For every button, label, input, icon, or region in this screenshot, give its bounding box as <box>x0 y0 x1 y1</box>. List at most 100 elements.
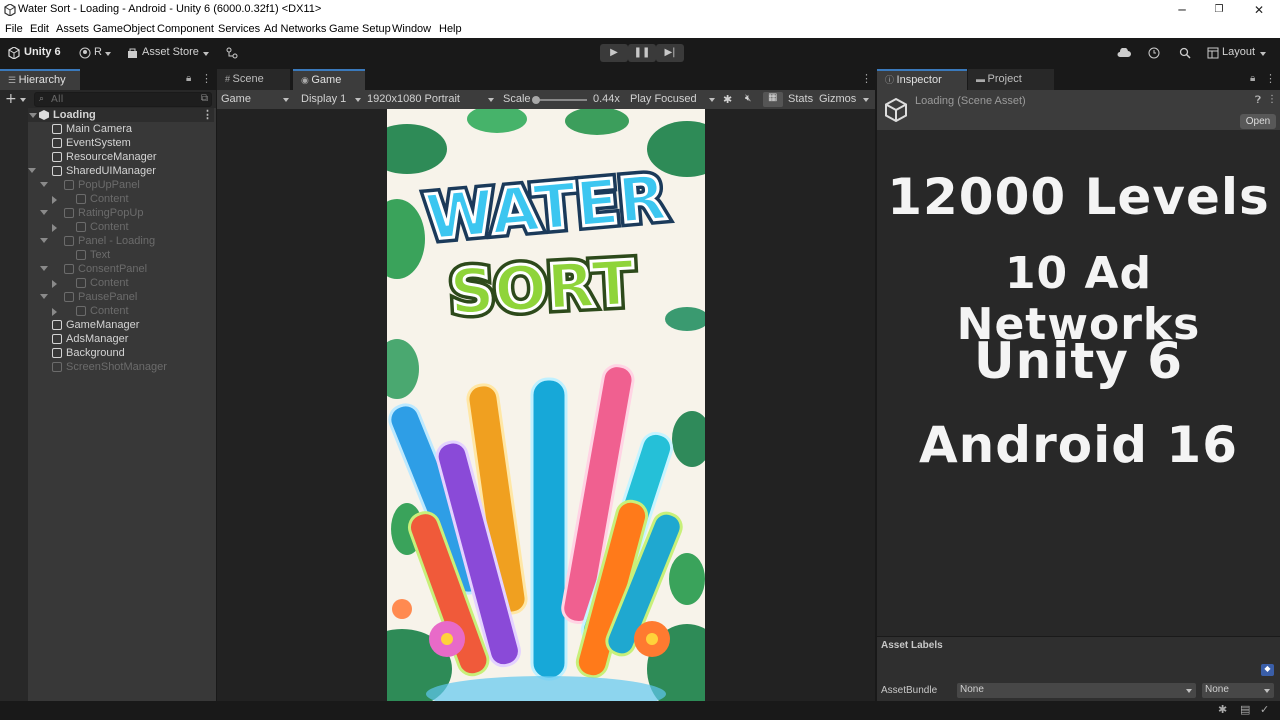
layout-dropdown[interactable]: Layout <box>1222 46 1255 58</box>
stats-button[interactable]: Stats <box>788 93 813 105</box>
tab-inspector[interactable]: ⓘ Inspector <box>877 69 967 90</box>
inspector-tabbar: ⓘ Inspector ▬ Project 🔒︎ ⋮ <box>877 69 1280 90</box>
menu-gameobject[interactable]: GameObject <box>93 23 155 35</box>
fold-closed-icon[interactable] <box>52 308 57 316</box>
fold-closed-icon[interactable] <box>52 280 57 288</box>
gameobject-cube-icon <box>64 180 74 190</box>
chevron-down-icon <box>863 98 869 102</box>
menu-services[interactable]: Services <box>218 23 260 35</box>
close-button[interactable]: ✕ <box>1239 0 1279 20</box>
fold-open-icon[interactable] <box>40 238 48 243</box>
gameobject-cube-icon <box>76 278 86 288</box>
scene-name: Loading <box>53 109 96 121</box>
shopping-bag-icon <box>128 48 137 58</box>
hierarchy-item-label: ScreenShotManager <box>66 361 167 373</box>
add-icon[interactable]: + <box>5 91 17 107</box>
more-options-icon[interactable]: ⋮ <box>202 108 213 122</box>
fold-open-icon[interactable] <box>40 182 48 187</box>
tab-game[interactable]: ◉ Game <box>293 69 365 90</box>
settings-icon[interactable]: ⋮ <box>1267 94 1277 105</box>
grid-toggle[interactable]: ▦ <box>763 92 783 107</box>
play-button[interactable]: ▶ <box>600 44 628 62</box>
asset-bundle-dropdown[interactable]: None <box>957 683 1196 698</box>
lock-icon[interactable]: 🔒︎ <box>1250 73 1255 84</box>
resolution-dropdown[interactable]: 1920x1080 Portrait <box>367 93 460 105</box>
pause-button[interactable]: ❚❚ <box>628 44 656 62</box>
fold-open-icon[interactable] <box>29 113 37 118</box>
account-button[interactable]: R <box>94 46 102 58</box>
game-viewport: WATER WATER SORT SORT <box>217 109 875 701</box>
menu-edit[interactable]: Edit <box>30 23 49 35</box>
gizmos-button[interactable]: Gizmos <box>819 93 856 105</box>
logo-water: WATER <box>423 161 670 255</box>
hierarchy-item-label: Content <box>90 221 129 233</box>
menu-window[interactable]: Window <box>392 23 431 35</box>
unity-cube-icon <box>8 47 20 59</box>
hierarchy-item-label: Background <box>66 347 125 359</box>
menu-component[interactable]: Component <box>157 23 214 35</box>
menu-game-setup[interactable]: Game Setup <box>329 23 391 35</box>
asset-store-button[interactable]: Asset Store <box>142 46 199 58</box>
gameobject-cube-icon <box>76 194 86 204</box>
fold-open-icon[interactable] <box>28 168 36 173</box>
window-title-bar: Water Sort - Loading - Android - Unity 6… <box>0 0 1280 20</box>
more-options-icon[interactable]: ⋮ <box>861 72 872 85</box>
tab-hierarchy[interactable]: ☰ Hierarchy <box>0 69 80 90</box>
play-focus-dropdown[interactable]: Play Focused <box>630 93 697 105</box>
more-options-icon[interactable]: ⋮ <box>201 72 212 85</box>
display-dropdown[interactable]: Display 1 <box>301 93 346 105</box>
search-icon: ⌕ <box>39 94 45 104</box>
version-control-icon[interactable] <box>226 47 238 59</box>
cloud-icon[interactable] <box>1117 48 1131 58</box>
chevron-down-icon <box>488 98 494 102</box>
maximize-button[interactable]: ❐ <box>1199 0 1239 20</box>
help-icon[interactable]: ❓︎ <box>1255 95 1261 106</box>
bug-icon[interactable]: ✱ <box>723 93 732 106</box>
open-button[interactable]: Open <box>1240 114 1276 129</box>
gameobject-cube-icon <box>52 138 62 148</box>
scale-slider-thumb[interactable] <box>532 96 540 104</box>
mute-audio-icon[interactable]: 🔇︎ <box>745 93 751 104</box>
gameobject-cube-icon <box>52 166 62 176</box>
chevron-down-icon <box>1260 52 1266 56</box>
tab-scene[interactable]: #︎ Scene <box>217 69 290 90</box>
main-toolbar: Unity 6 R Asset Store ▶ ❚❚ ▶| Layout <box>0 38 1280 69</box>
fold-open-icon[interactable] <box>40 294 48 299</box>
menu-assets[interactable]: Assets <box>56 23 89 35</box>
hierarchy-item-label: SharedUIManager <box>66 165 156 177</box>
check-icon[interactable]: ✓ <box>1260 703 1269 716</box>
account-icon[interactable] <box>79 47 91 59</box>
scale-slider[interactable] <box>532 96 587 104</box>
gameobject-cube-icon <box>76 250 86 260</box>
scene-row[interactable]: Loading ⋮ <box>28 108 214 122</box>
gameobject-cube-icon <box>64 292 74 302</box>
chevron-down-icon <box>709 98 715 102</box>
gameobject-cube-icon <box>64 208 74 218</box>
more-options-icon[interactable]: ⋮ <box>1265 72 1276 85</box>
lock-icon[interactable]: 🔒︎ <box>186 73 191 84</box>
fold-open-icon[interactable] <box>40 266 48 271</box>
cache-icon[interactable]: ▤ <box>1240 703 1250 716</box>
minimize-button[interactable]: ─ <box>1162 0 1202 20</box>
unity-version-label[interactable]: Unity 6 <box>24 46 61 58</box>
fold-closed-icon[interactable] <box>52 196 57 204</box>
game-mode-dropdown[interactable]: Game <box>221 93 251 105</box>
step-button[interactable]: ▶| <box>656 44 684 62</box>
asset-variant-dropdown[interactable]: None <box>1202 683 1274 698</box>
menu-help[interactable]: Help <box>439 23 462 35</box>
fold-open-icon[interactable] <box>40 210 48 215</box>
search-icon[interactable] <box>1179 47 1191 59</box>
info-icon: ⓘ <box>885 75 897 85</box>
filter-icon[interactable]: ⧉ <box>201 93 208 104</box>
hierarchy-search-input[interactable]: ⌕ All ⧉ <box>34 92 212 107</box>
menu-ad-networks[interactable]: Ad Networks <box>264 23 326 35</box>
splash-art: WATER WATER SORT SORT <box>387 109 705 701</box>
label-tag-icon[interactable]: ◆ <box>1261 664 1274 676</box>
debug-off-icon[interactable]: ✱ <box>1218 703 1227 716</box>
grid-icon: ▦ <box>768 92 778 103</box>
menu-file[interactable]: File <box>5 23 23 35</box>
hierarchy-item-label: RatingPopUp <box>78 207 144 219</box>
fold-closed-icon[interactable] <box>52 224 57 232</box>
history-icon[interactable] <box>1148 47 1160 59</box>
tab-project[interactable]: ▬ Project <box>968 69 1054 90</box>
